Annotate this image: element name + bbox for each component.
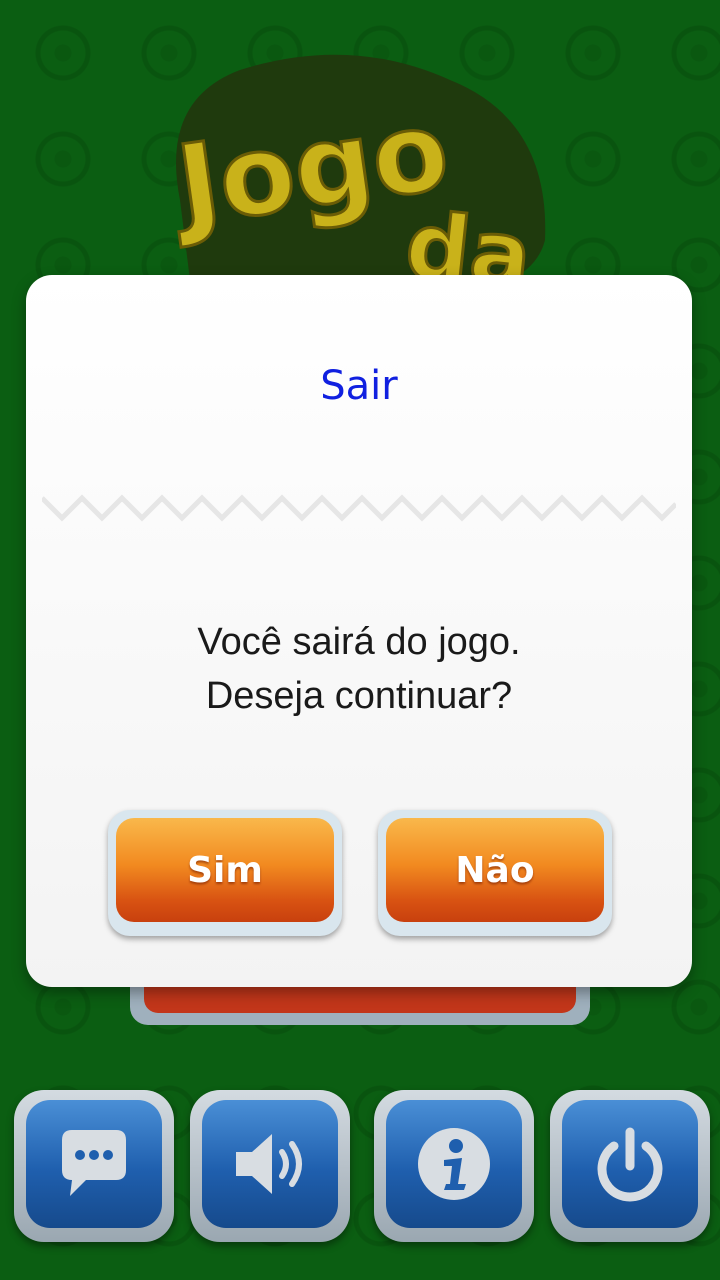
sound-button[interactable] [190,1090,350,1242]
exit-dialog: Sair Você sairá do jogo. Deseja continua… [26,275,692,987]
message-line-2: Deseja continuar? [205,675,513,717]
no-button-label: Não [386,818,604,922]
dialog-message: Você sairá do jogo. Deseja continuar? [66,615,652,723]
game-logo: Jogo da [150,40,570,312]
power-icon [597,1127,663,1202]
message-line-1: Você sairá do jogo. [197,621,521,663]
info-icon [418,1128,490,1200]
no-button[interactable]: Não [378,810,612,936]
dialog-title: Sair [320,363,398,409]
yes-button-label: Sim [116,818,334,922]
chat-button[interactable] [14,1090,174,1242]
power-button[interactable] [550,1090,710,1242]
chat-icon [62,1130,126,1196]
zigzag-divider [42,494,676,522]
info-button[interactable] [374,1090,534,1242]
sound-icon [236,1134,302,1194]
yes-button[interactable]: Sim [108,810,342,936]
